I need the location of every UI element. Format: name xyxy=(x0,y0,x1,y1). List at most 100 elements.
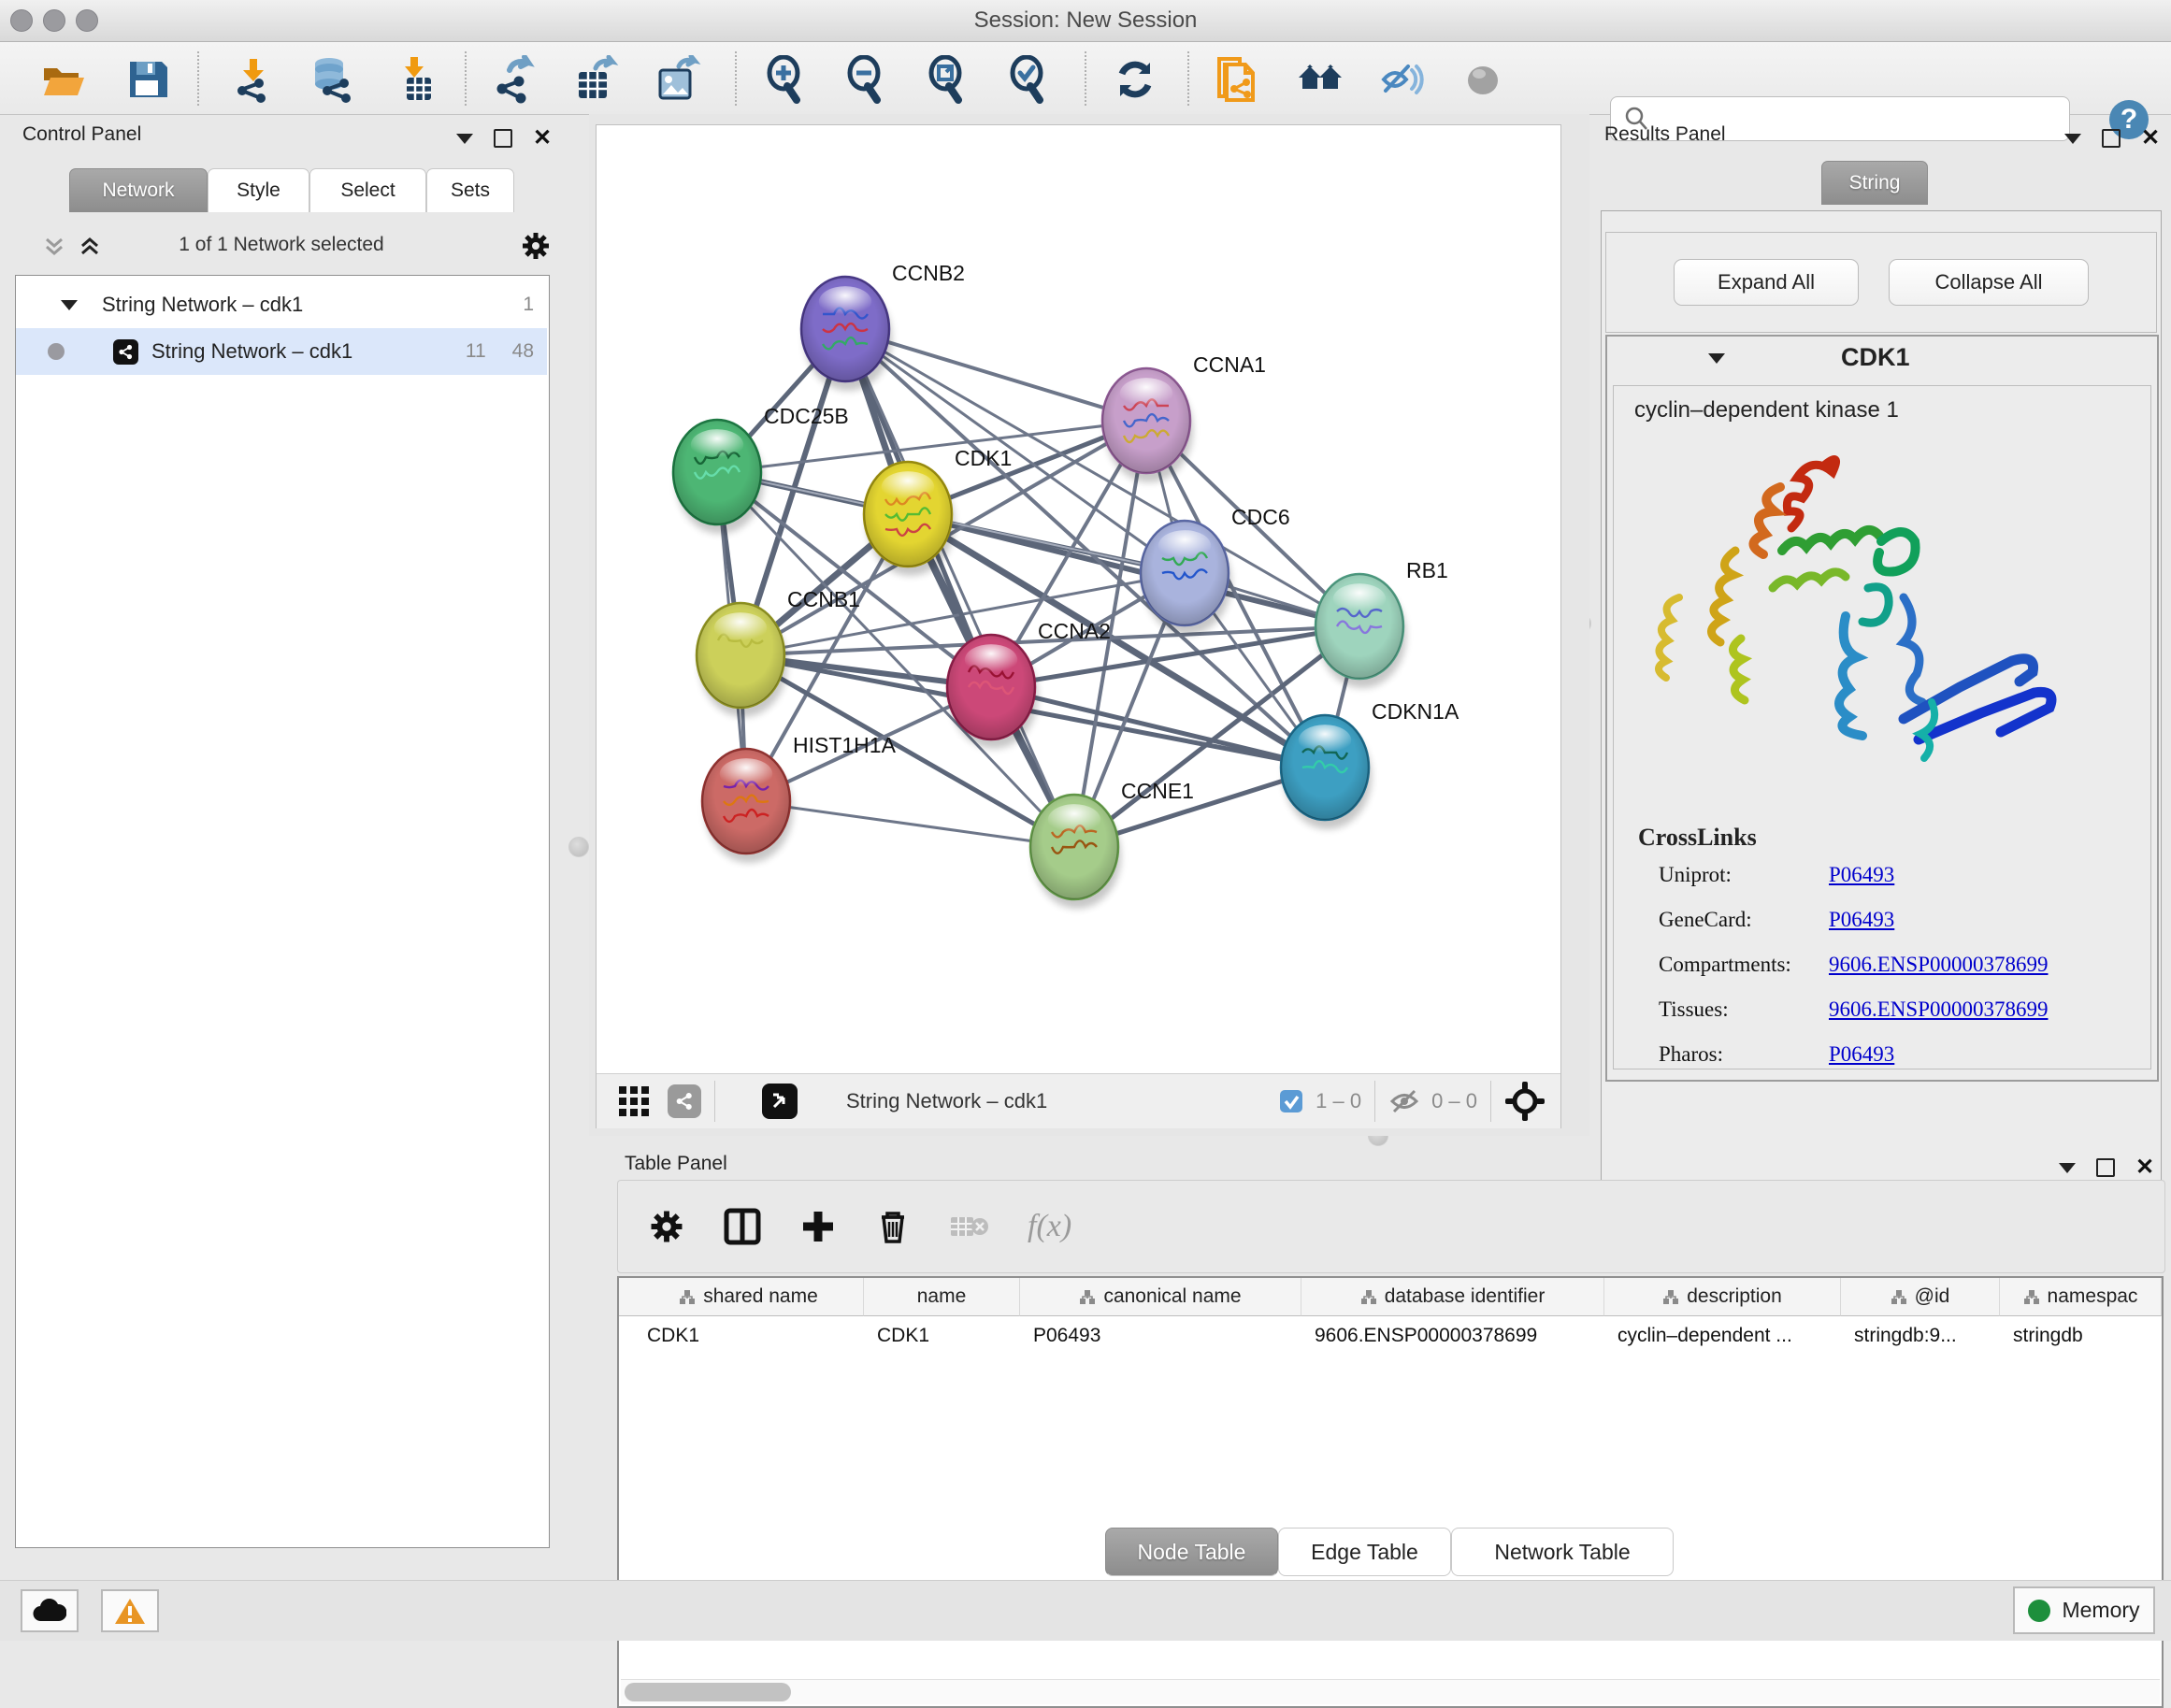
column-header-canonical-name[interactable]: canonical name xyxy=(1020,1278,1301,1316)
table-cell[interactable]: stringdb:9... xyxy=(1841,1316,2000,1356)
home-layout-icon[interactable] xyxy=(1294,53,1346,106)
table-hscrollbar-track[interactable] xyxy=(621,1679,2160,1704)
panel-float-icon[interactable] xyxy=(2102,129,2121,148)
tab-node-table[interactable]: Node Table xyxy=(1105,1528,1278,1576)
export-table-icon[interactable] xyxy=(569,53,622,106)
table-cell[interactable]: 9606.ENSP00000378699 xyxy=(1301,1316,1604,1356)
panel-close-icon[interactable]: ✕ xyxy=(2135,1160,2154,1175)
network-node-CCNA1[interactable]: CCNA1 xyxy=(1102,352,1266,482)
network-node-CDC6[interactable]: CDC6 xyxy=(1141,505,1290,635)
zoom-selected-icon[interactable] xyxy=(1002,53,1055,106)
network-node-CCNE1[interactable]: CCNE1 xyxy=(1030,779,1194,909)
network-edge[interactable] xyxy=(746,801,1074,847)
cloud-status-button[interactable] xyxy=(21,1589,79,1632)
tab-string[interactable]: String xyxy=(1821,161,1928,205)
network-edge[interactable] xyxy=(908,514,1359,626)
network-node-HIST1H1A[interactable]: HIST1H1A xyxy=(702,733,897,863)
refresh-view-icon[interactable] xyxy=(1109,53,1161,106)
table-cell[interactable]: P06493 xyxy=(1020,1316,1301,1356)
toggle-columns-icon[interactable] xyxy=(723,1207,762,1246)
panel-close-icon[interactable]: ✕ xyxy=(2141,131,2160,146)
toolbar-separator xyxy=(1187,51,1189,106)
memory-button[interactable]: Memory xyxy=(2013,1586,2155,1634)
crosslinks-title: CrossLinks xyxy=(1638,824,1757,852)
toolbar-separator xyxy=(465,51,467,106)
tab-select[interactable]: Select xyxy=(309,168,426,212)
panel-float-icon[interactable] xyxy=(494,129,512,148)
tab-edge-table[interactable]: Edge Table xyxy=(1278,1528,1451,1576)
crosslink-value[interactable]: P06493 xyxy=(1829,908,1894,932)
crosslink-value[interactable]: P06493 xyxy=(1829,1042,1894,1067)
cloud-icon xyxy=(33,1599,66,1623)
tab-style[interactable]: Style xyxy=(208,168,309,212)
add-column-icon[interactable] xyxy=(799,1208,837,1245)
column-header-shared-name[interactable]: shared name xyxy=(634,1278,864,1316)
expand-all-button[interactable]: Expand All xyxy=(1674,259,1859,306)
import-network-database-icon[interactable] xyxy=(305,53,357,106)
tab-sets[interactable]: Sets xyxy=(426,168,514,212)
tab-network-table[interactable]: Network Table xyxy=(1451,1528,1674,1576)
zoom-fit-icon[interactable] xyxy=(921,53,973,106)
delete-column-icon[interactable] xyxy=(874,1208,912,1245)
table-settings-gear-icon[interactable] xyxy=(648,1208,685,1245)
string-import-icon[interactable] xyxy=(1210,53,1262,106)
table-cell[interactable]: CDK1 xyxy=(864,1316,1020,1356)
table-cell[interactable]: cyclin–dependent ... xyxy=(1604,1316,1841,1356)
titlebar: Session: New Session xyxy=(0,0,2171,42)
table-cell[interactable]: stringdb xyxy=(2000,1316,2162,1356)
birdseye-navigator-icon[interactable] xyxy=(1504,1081,1546,1122)
collapse-all-button[interactable]: Collapse All xyxy=(1889,259,2089,306)
column-header-name[interactable]: name xyxy=(864,1278,1020,1316)
collection-expand-icon[interactable] xyxy=(61,300,78,310)
column-header-description[interactable]: description xyxy=(1604,1278,1841,1316)
zoom-in-icon[interactable] xyxy=(759,53,812,106)
column-header-namespac[interactable]: namespac xyxy=(2000,1278,2162,1316)
column-type-icon xyxy=(1662,1289,1678,1305)
control-panel-tabs: NetworkStyleSelectSets xyxy=(69,168,514,212)
tab-network[interactable]: Network xyxy=(69,168,208,212)
network-row-selected[interactable]: String Network – cdk1 11 48 xyxy=(16,328,547,375)
selected-checkbox-icon[interactable] xyxy=(1278,1088,1304,1114)
network-options-gear-icon[interactable] xyxy=(520,230,552,262)
hide-glasses-icon[interactable] xyxy=(1374,53,1427,106)
show-eye-icon[interactable] xyxy=(1457,53,1509,106)
network-node-CDKN1A[interactable]: CDKN1A xyxy=(1281,699,1459,829)
open-file-icon[interactable] xyxy=(37,53,90,106)
panel-float-icon[interactable] xyxy=(2096,1158,2115,1177)
save-session-icon[interactable] xyxy=(122,53,174,106)
protein-structure-image xyxy=(1623,438,2141,812)
warning-button[interactable] xyxy=(101,1589,159,1632)
open-in-window-icon[interactable] xyxy=(762,1084,798,1119)
export-network-icon[interactable] xyxy=(489,53,541,106)
network-node-CCNB2[interactable]: CCNB2 xyxy=(801,261,965,391)
column-header-database-identifier[interactable]: database identifier xyxy=(1301,1278,1604,1316)
table-hscrollbar-thumb[interactable] xyxy=(625,1683,791,1701)
network-canvas[interactable]: CCNB2CCNA1CDC25BCDK1CDC6RB1CCNB1CCNA2CDK… xyxy=(597,125,1560,1073)
crosslink-value[interactable]: P06493 xyxy=(1829,863,1894,887)
export-image-icon[interactable] xyxy=(651,53,703,106)
share-view-icon[interactable] xyxy=(668,1084,701,1118)
import-table-file-icon[interactable] xyxy=(392,53,444,106)
results-panel: Results Panel ✕ String Expand All Collap… xyxy=(1595,122,2171,1136)
crosslink-value[interactable]: 9606.ENSP00000378699 xyxy=(1829,953,2049,977)
hidden-eye-icon[interactable] xyxy=(1388,1087,1420,1115)
delete-table-icon[interactable] xyxy=(949,1212,990,1242)
entry-collapse-icon[interactable] xyxy=(1708,353,1725,364)
table-cell[interactable]: CDK1 xyxy=(634,1316,864,1356)
panel-close-icon[interactable]: ✕ xyxy=(533,131,552,146)
column-header--id[interactable]: @id xyxy=(1841,1278,2000,1316)
left-splitter-grip[interactable] xyxy=(568,837,589,857)
network-edge[interactable] xyxy=(845,329,1074,847)
network-node-RB1[interactable]: RB1 xyxy=(1316,558,1448,688)
node-table[interactable]: shared namenamecanonical namedatabase id… xyxy=(617,1276,2164,1708)
crosslink-value[interactable]: 9606.ENSP00000378699 xyxy=(1829,998,2049,1022)
network-collection-row[interactable]: String Network – cdk1 1 xyxy=(16,281,547,328)
apply-function-icon[interactable]: f(x) xyxy=(1028,1209,1071,1244)
panel-menu-icon[interactable] xyxy=(2059,1163,2076,1173)
control-panel: Control Panel ✕ NetworkStyleSelectSets 1… xyxy=(9,122,554,1554)
import-network-file-icon[interactable] xyxy=(227,53,280,106)
zoom-out-icon[interactable] xyxy=(840,53,892,106)
panel-menu-icon[interactable] xyxy=(2064,134,2081,144)
grid-view-icon[interactable] xyxy=(617,1084,651,1118)
panel-menu-icon[interactable] xyxy=(456,134,473,144)
